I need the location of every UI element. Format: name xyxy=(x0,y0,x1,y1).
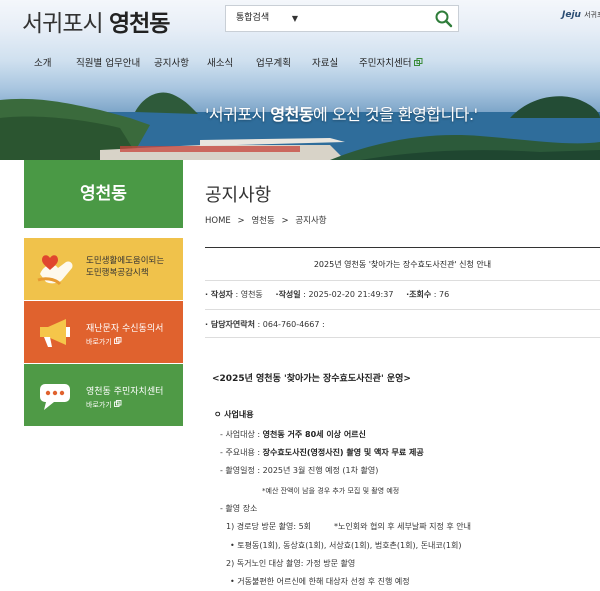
welcome-message: '서귀포시 영천동에 오신 것을 환영합니다.' xyxy=(205,105,478,124)
search-scope-select[interactable]: 통합검색 ▼ xyxy=(226,6,302,31)
post-contact: · 담당자연락처 : 064-760-4667 : xyxy=(205,320,325,329)
breadcrumb-home[interactable]: HOME xyxy=(205,216,231,226)
nav-item-resident-center-label: 주민자치센터 xyxy=(359,58,412,69)
content-place2-list: • 거동불편한 어르신에 한해 대상자 선정 후 진행 예정 xyxy=(230,577,410,586)
views-value: 76 xyxy=(439,290,450,299)
card-line2: 도민행복공감시책 xyxy=(86,268,149,278)
card-resident-center-more[interactable]: 바로가기 xyxy=(86,400,122,410)
views-label: 조회수 xyxy=(409,290,432,299)
side-title: 영천동 xyxy=(24,160,183,228)
chevron-down-icon: ▼ xyxy=(291,14,298,23)
post-title: 2025년 영천동 '찾아가는 장수효도사진관' 신청 안내 xyxy=(313,260,492,269)
external-link-icon xyxy=(414,58,423,69)
card-disaster-sms-more[interactable]: 바로가기 xyxy=(86,337,122,347)
date-value: 2025-02-20 21:49:37 xyxy=(308,290,394,299)
content-note: *예산 잔액이 남을 경우 추가 모집 및 촬영 예정 xyxy=(262,487,400,495)
content-headline: <2025년 영천동 '찾아가는 장수효도사진관' 운영> xyxy=(212,374,411,384)
card-disaster-sms-title: 재난문자 수신동의서 xyxy=(86,324,164,334)
breadcrumb-current[interactable]: 공지사항 xyxy=(295,216,326,226)
card-resident-center[interactable]: 영천동 주민자치센터 바로가기 xyxy=(24,364,183,426)
nav-item-staff[interactable]: 직원별 업무안내 xyxy=(76,55,140,69)
content-place: - 촬영 장소 xyxy=(220,504,258,513)
breadcrumb-separator: > xyxy=(237,216,245,226)
date-label: 작성일 xyxy=(278,290,301,299)
page-title: 공지사항 xyxy=(205,185,272,206)
search-icon[interactable] xyxy=(434,9,454,29)
header-banner: 서귀포시 영천동 통합검색 ▼ Jeju 서귀포시 소개 직원별 업무안내 공지… xyxy=(0,0,600,160)
content-target: - 사업대상 : 영천동 거주 80세 이상 어르신 xyxy=(220,430,366,439)
jeju-logo[interactable]: Jeju 서귀포시 xyxy=(562,10,600,20)
content-place1-note: *노인회와 협의 후 세부날짜 지정 후 안내 xyxy=(334,522,472,531)
card-line1: 도민생활에도움이되는 xyxy=(86,256,165,266)
external-link-icon xyxy=(114,400,122,409)
nav-item-notice[interactable]: 공지사항 xyxy=(154,55,189,69)
card-disaster-sms[interactable]: 재난문자 수신동의서 바로가기 xyxy=(24,301,183,363)
divider xyxy=(205,309,600,310)
main-navigation: 소개 직원별 업무안내 공지사항 새소식 업무계획 자료실 주민자치센터 xyxy=(0,52,600,74)
divider xyxy=(205,280,600,281)
content-schedule: - 촬영일정 : 2025년 3월 진행 예정 (1차 촬영) xyxy=(220,466,379,475)
author-label: 작성자 xyxy=(210,290,233,299)
card-happiness-policy-text: 도민생활에도움이되는 도민행복공감시책 xyxy=(86,255,164,279)
divider xyxy=(205,337,600,338)
content-section-heading: ㅇ 사업내용 xyxy=(214,410,254,419)
megaphone-icon xyxy=(36,315,78,355)
contact-value: 064-760-4667 xyxy=(262,320,320,329)
breadcrumb-separator: > xyxy=(281,216,289,226)
breadcrumb: HOME > 영천동 > 공지사항 xyxy=(205,214,331,226)
site-title[interactable]: 서귀포시 영천동 xyxy=(22,4,170,38)
nav-item-plan[interactable]: 업무계획 xyxy=(256,55,291,69)
card-resident-center-title: 영천동 주민자치센터 xyxy=(86,387,164,397)
external-link-icon xyxy=(114,337,122,346)
content-main: - 주요내용 : 장수효도사진(영정사진) 촬영 및 액자 무료 제공 xyxy=(220,448,424,457)
card-more-label: 바로가기 xyxy=(86,338,112,346)
card-happiness-policy[interactable]: 도민생활에도움이되는 도민행복공감시책 xyxy=(24,238,183,300)
content-place2: 2) 독거노인 대상 촬영: 가정 방문 촬영 xyxy=(226,559,356,568)
author-value: 영천동 xyxy=(240,290,263,299)
hands-heart-icon xyxy=(36,252,78,292)
nav-item-intro[interactable]: 소개 xyxy=(34,55,51,69)
post-meta: · 작성자 : 영천동 ·작성일 : 2025-02-20 21:49:37 ·… xyxy=(205,290,450,299)
speech-bubble-icon xyxy=(36,378,78,418)
card-more-label: 바로가기 xyxy=(86,401,112,409)
contact-label: 담당자연락처 xyxy=(210,320,255,329)
content-place1-list: • 토평동(1회), 동상효(1회), 서상효(1회), 법호촌(1회), 돈내… xyxy=(230,541,462,550)
divider xyxy=(205,247,600,248)
nav-item-news[interactable]: 새소식 xyxy=(207,55,233,69)
nav-item-archive[interactable]: 자료실 xyxy=(312,55,338,69)
search-bar: 통합검색 ▼ xyxy=(225,5,459,32)
search-input[interactable] xyxy=(306,8,426,28)
breadcrumb-dong[interactable]: 영천동 xyxy=(251,216,274,226)
content-place1: 1) 경로당 방문 촬영: 5회 xyxy=(226,522,312,531)
nav-item-resident-center[interactable]: 주민자치센터 xyxy=(359,55,423,69)
